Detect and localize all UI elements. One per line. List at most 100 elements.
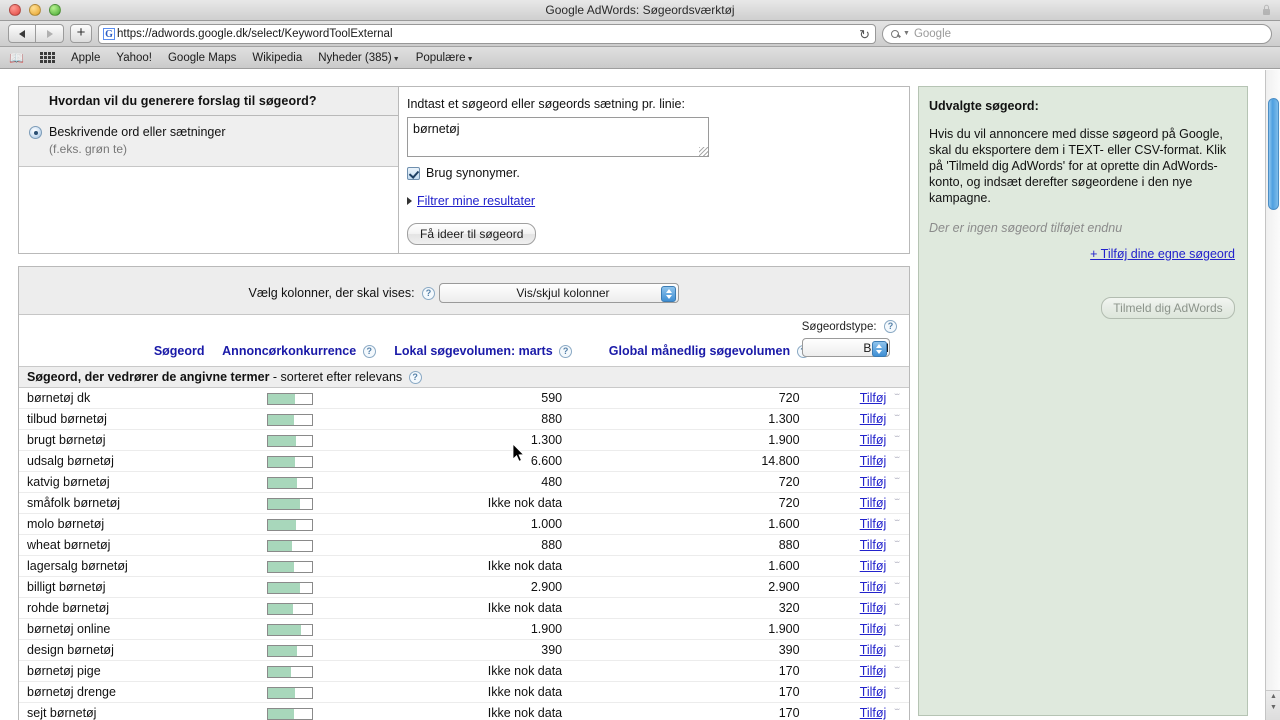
address-bar[interactable]: G https://adwords.google.dk/select/Keywo… bbox=[98, 23, 876, 44]
bookmark-wikipedia[interactable]: Wikipedia bbox=[252, 52, 302, 64]
scroll-up-icon[interactable]: ▲ bbox=[1266, 691, 1280, 702]
chevron-double-down-icon[interactable]: ˇˇ bbox=[894, 708, 900, 719]
help-icon[interactable]: ? bbox=[408, 371, 422, 384]
chevron-double-down-icon[interactable]: ˇˇ bbox=[894, 582, 900, 593]
columns-select[interactable]: Vis/skjul kolonner bbox=[439, 283, 680, 303]
grid-icon[interactable] bbox=[39, 52, 55, 63]
chevron-double-down-icon[interactable]: ˇˇ bbox=[894, 624, 900, 635]
chevron-double-down-icon[interactable]: ˇˇ bbox=[894, 477, 900, 488]
synonyms-checkbox[interactable] bbox=[407, 166, 420, 180]
radio-selected-icon[interactable] bbox=[29, 126, 42, 139]
add-keyword-link[interactable]: Tilføj bbox=[860, 559, 887, 573]
minimize-button[interactable] bbox=[29, 4, 41, 16]
cell-competition bbox=[204, 513, 376, 535]
table-group-cell: Søgeord, der vedrører de angivne termer … bbox=[19, 366, 909, 388]
table-row: børnetøj pige Ikke nok data 170 Tilføj ˇˇ bbox=[19, 660, 909, 682]
chevron-double-down-icon[interactable]: ˇˇ bbox=[894, 435, 900, 446]
disclosure-triangle-icon[interactable] bbox=[407, 197, 412, 205]
cell-competition bbox=[204, 576, 376, 598]
help-icon[interactable]: ? bbox=[884, 320, 897, 333]
bookmark-apple[interactable]: Apple bbox=[71, 52, 100, 64]
reload-icon[interactable]: ↻ bbox=[859, 27, 870, 43]
chevron-double-down-icon[interactable]: ˇˇ bbox=[894, 603, 900, 614]
search-input-placeholder[interactable]: Google bbox=[914, 28, 951, 40]
synonyms-checkbox-row[interactable]: Brug synonymer. bbox=[407, 166, 897, 180]
add-keyword-link[interactable]: Tilføj bbox=[860, 496, 887, 510]
add-keyword-link[interactable]: Tilføj bbox=[860, 643, 887, 657]
selected-keywords-empty-note: Der er ingen søgeord tilføjet endnu bbox=[929, 221, 1123, 235]
cell-local-volume: 2.900 bbox=[375, 576, 573, 598]
competition-bar bbox=[267, 434, 314, 447]
keyword-type-select[interactable]: Bred bbox=[801, 338, 890, 357]
chevron-double-down-icon[interactable]: ˇˇ bbox=[894, 414, 900, 425]
table-row: småfolk børnetøj Ikke nok data 720 Tilføj ˇˇ bbox=[19, 492, 909, 514]
add-keyword-link[interactable]: Tilføj bbox=[860, 706, 887, 720]
chevron-double-down-icon[interactable]: ˇˇ bbox=[894, 498, 900, 509]
keyword-textarea[interactable]: børnetøj bbox=[407, 117, 709, 157]
stepper-icon[interactable] bbox=[661, 285, 677, 302]
column-header-global-volume[interactable]: Global månedlig søgevolumen ? bbox=[572, 341, 810, 367]
chevron-double-down-icon[interactable]: ˇˇ bbox=[894, 519, 900, 530]
chevron-double-down-icon[interactable]: ˇˇ bbox=[894, 393, 900, 404]
bookmark-nyheder[interactable]: Nyheder (385)▼ bbox=[318, 52, 399, 64]
add-keyword-link[interactable]: Tilføj bbox=[860, 475, 887, 489]
bookmark-yahoo[interactable]: Yahoo! bbox=[116, 52, 152, 64]
add-keyword-link[interactable]: Tilføj bbox=[860, 622, 887, 636]
keyword-entry-label: Indtast et søgeord eller søgeords sætnin… bbox=[407, 97, 685, 111]
add-keyword-link[interactable]: Tilføj bbox=[860, 538, 887, 552]
bookmark-populaere[interactable]: Populære▼ bbox=[416, 52, 474, 64]
column-header-keyword[interactable]: Søgeord bbox=[19, 341, 205, 367]
navigation-buttons[interactable] bbox=[8, 24, 64, 43]
chevron-double-down-icon[interactable]: ˇˇ bbox=[894, 687, 900, 698]
add-keyword-link[interactable]: Tilføj bbox=[860, 685, 887, 699]
chevron-double-down-icon[interactable]: ˇˇ bbox=[894, 561, 900, 572]
competition-bar-fill bbox=[268, 519, 297, 530]
descriptive-words-option[interactable]: Beskrivende ord eller sætninger (f.eks. … bbox=[19, 116, 398, 167]
signup-adwords-button[interactable]: Tilmeld dig AdWords bbox=[1101, 297, 1235, 319]
back-button[interactable] bbox=[8, 24, 36, 43]
cell-keyword: katvig børnetøj bbox=[19, 471, 205, 493]
add-keyword-link[interactable]: Tilføj bbox=[860, 517, 887, 531]
chevron-down-icon[interactable]: ▼ bbox=[903, 30, 910, 37]
add-keyword-link[interactable]: Tilføj bbox=[860, 664, 887, 678]
add-keyword-link[interactable]: Tilføj bbox=[860, 433, 887, 447]
column-header-local-volume[interactable]: Lokal søgevolumen: marts ? bbox=[376, 341, 573, 367]
search-box[interactable]: ▼ Google bbox=[882, 23, 1272, 44]
add-keyword-link[interactable]: Tilføj bbox=[860, 412, 887, 426]
add-keyword-link[interactable]: Tilføj bbox=[860, 391, 887, 405]
chevron-double-down-icon[interactable]: ˇˇ bbox=[894, 666, 900, 677]
help-icon[interactable]: ? bbox=[362, 345, 376, 358]
add-keyword-link[interactable]: Tilføj bbox=[860, 601, 887, 615]
add-own-keywords-link[interactable]: + Tilføj dine egne søgeord bbox=[929, 247, 1235, 261]
resize-grip-icon[interactable] bbox=[699, 147, 708, 156]
chevron-double-down-icon[interactable]: ˇˇ bbox=[894, 540, 900, 551]
scrollbar-thumb[interactable] bbox=[1268, 98, 1279, 210]
cell-global-volume: 170 bbox=[572, 702, 810, 720]
forward-button[interactable] bbox=[36, 24, 64, 43]
add-keyword-link[interactable]: Tilføj bbox=[860, 580, 887, 594]
new-tab-button[interactable]: + bbox=[70, 24, 92, 43]
scroll-down-icon[interactable]: ▼ bbox=[1266, 702, 1280, 713]
bookmark-google-maps[interactable]: Google Maps bbox=[168, 52, 236, 64]
cell-add: Tilføj ˇˇ bbox=[809, 429, 909, 451]
add-keyword-link[interactable]: Tilføj bbox=[860, 454, 887, 468]
window-controls[interactable] bbox=[9, 4, 61, 16]
close-button[interactable] bbox=[9, 4, 21, 16]
back-arrow-icon bbox=[19, 29, 25, 38]
zoom-button[interactable] bbox=[49, 4, 61, 16]
bookmark-label: Google Maps bbox=[167, 51, 237, 64]
column-header-competition[interactable]: Annoncørkonkurrence ? bbox=[205, 341, 376, 367]
book-icon[interactable]: 📖 bbox=[9, 51, 24, 65]
cell-global-volume: 720 bbox=[572, 387, 810, 409]
chevron-double-down-icon[interactable]: ˇˇ bbox=[894, 456, 900, 467]
page-scrollbar[interactable]: ▲ ▼ bbox=[1265, 70, 1280, 720]
stepper-icon[interactable] bbox=[871, 340, 887, 357]
scrollbar-arrows[interactable]: ▲ ▼ bbox=[1266, 690, 1280, 720]
chevron-double-down-icon[interactable]: ˇˇ bbox=[894, 645, 900, 656]
help-icon[interactable]: ? bbox=[422, 287, 436, 300]
filter-results-link[interactable]: Filtrer mine resultater bbox=[417, 194, 535, 208]
get-keyword-ideas-button[interactable]: Få ideer til søgeord bbox=[407, 223, 537, 245]
help-icon[interactable]: ? bbox=[559, 345, 573, 358]
cell-local-volume: Ikke nok data bbox=[375, 681, 573, 703]
filter-results-row[interactable]: Filtrer mine resultater bbox=[407, 194, 897, 208]
